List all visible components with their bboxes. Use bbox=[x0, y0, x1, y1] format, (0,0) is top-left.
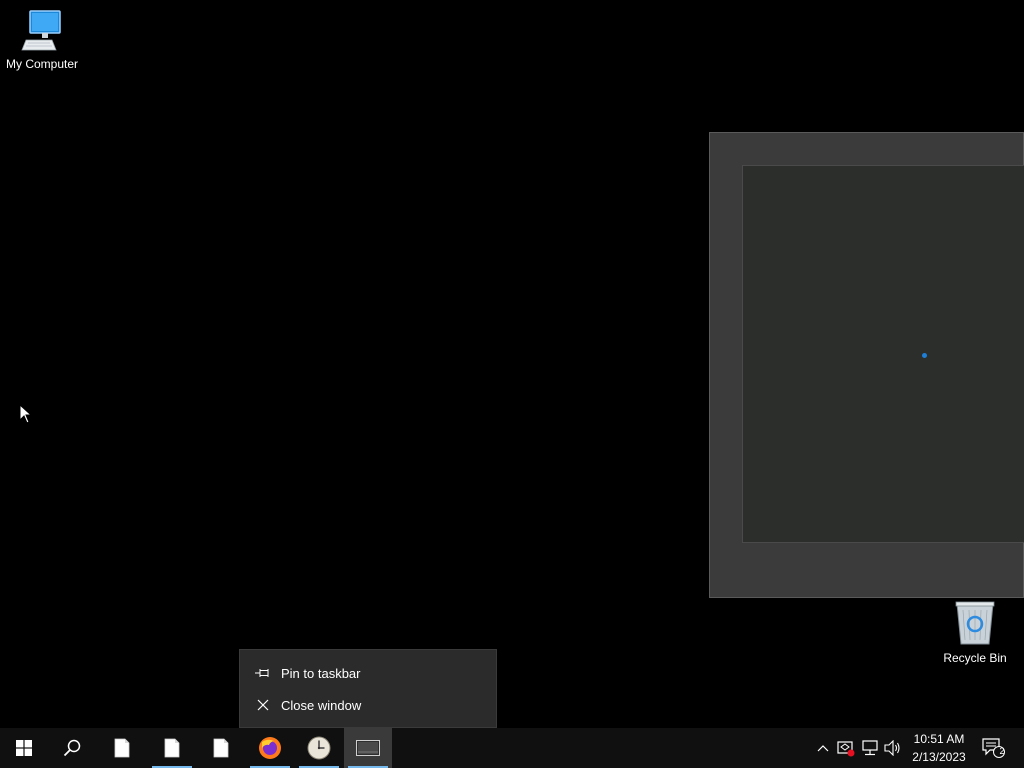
taskbar-app-file-2[interactable] bbox=[148, 728, 196, 768]
app-window-content bbox=[742, 165, 1024, 543]
loading-dot bbox=[922, 353, 927, 358]
file-icon bbox=[164, 738, 180, 758]
search-button[interactable] bbox=[48, 728, 96, 768]
chevron-up-icon bbox=[817, 745, 829, 752]
pin-icon bbox=[253, 667, 273, 679]
desktop-icon-label: Recycle Bin bbox=[943, 651, 1007, 665]
tray-network[interactable] bbox=[861, 738, 879, 758]
network-icon bbox=[862, 740, 878, 756]
taskbar-app-window-active[interactable] bbox=[344, 728, 392, 768]
clock-icon bbox=[307, 736, 331, 760]
tray-volume[interactable] bbox=[884, 738, 902, 758]
file-icon bbox=[114, 738, 130, 758]
mouse-cursor-icon bbox=[19, 403, 33, 429]
recycle-bin-icon bbox=[955, 601, 995, 645]
app-window[interactable] bbox=[709, 132, 1024, 598]
volume-icon bbox=[884, 740, 900, 756]
clock-date: 2/13/2023 bbox=[912, 750, 966, 764]
menu-item-label: Close window bbox=[281, 697, 362, 713]
action-center-button[interactable]: 2 bbox=[982, 738, 1006, 758]
tray-security[interactable] bbox=[837, 738, 855, 758]
search-icon bbox=[63, 739, 81, 757]
menu-item-label: Pin to taskbar bbox=[281, 665, 361, 681]
menu-item-close-window[interactable]: Close window bbox=[240, 690, 496, 720]
desktop-icon-label: My Computer bbox=[5, 57, 79, 71]
desktop-icon-my-computer[interactable]: My Computer bbox=[0, 8, 84, 71]
tray-clock[interactable]: 10:51 AM 2/13/2023 bbox=[906, 730, 972, 766]
taskbar-app-file-3[interactable] bbox=[197, 728, 245, 768]
close-icon bbox=[253, 699, 273, 711]
security-icon bbox=[837, 741, 855, 757]
taskbar: 10:51 AM 2/13/2023 2 bbox=[0, 728, 1024, 768]
app-window-icon bbox=[356, 740, 380, 756]
taskbar-app-file-1[interactable] bbox=[98, 728, 146, 768]
taskbar-app-firefox[interactable] bbox=[246, 728, 294, 768]
notification-count-badge: 2 bbox=[999, 746, 1005, 756]
clock-time: 10:51 AM bbox=[913, 732, 965, 746]
file-icon bbox=[213, 738, 229, 758]
taskbar-jump-list: Pin to taskbar Close window bbox=[239, 649, 497, 728]
show-hidden-icons-button[interactable] bbox=[814, 738, 832, 758]
computer-icon bbox=[21, 10, 61, 51]
windows-start-icon bbox=[16, 740, 32, 756]
desktop-icon-recycle-bin[interactable]: Recycle Bin bbox=[933, 600, 1017, 665]
start-button[interactable] bbox=[0, 728, 48, 768]
firefox-icon bbox=[259, 737, 281, 759]
taskbar-app-clock[interactable] bbox=[295, 728, 343, 768]
menu-item-pin-to-taskbar[interactable]: Pin to taskbar bbox=[240, 658, 496, 688]
